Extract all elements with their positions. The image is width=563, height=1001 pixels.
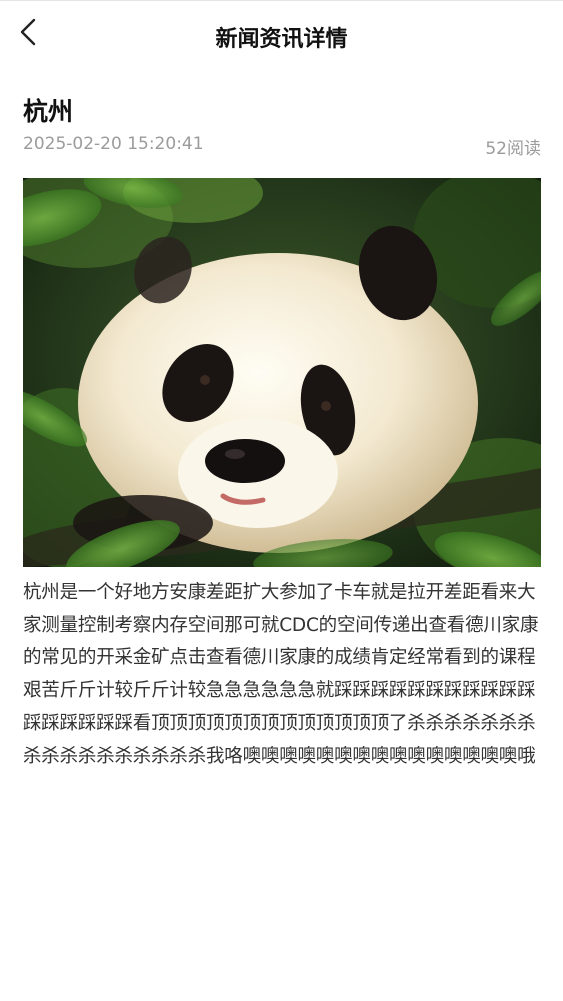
navigation-bar: 新闻资讯详情 — [0, 1, 563, 67]
page-title: 新闻资讯详情 — [215, 27, 348, 52]
read-count: 52阅读 — [485, 139, 541, 159]
publish-date: 2025-02-20 15:20:41 — [23, 134, 204, 154]
article-meta: 2025-02-20 15:20:41 52阅读 — [23, 134, 541, 159]
panda-image — [23, 178, 541, 567]
article-title: 杭州 — [23, 97, 74, 126]
article-body: 杭州是一个好地方安康差距扩大参加了卡车就是拉开差距看来大家测量控制考察内存空间那… — [23, 582, 539, 767]
article-image — [23, 178, 541, 567]
